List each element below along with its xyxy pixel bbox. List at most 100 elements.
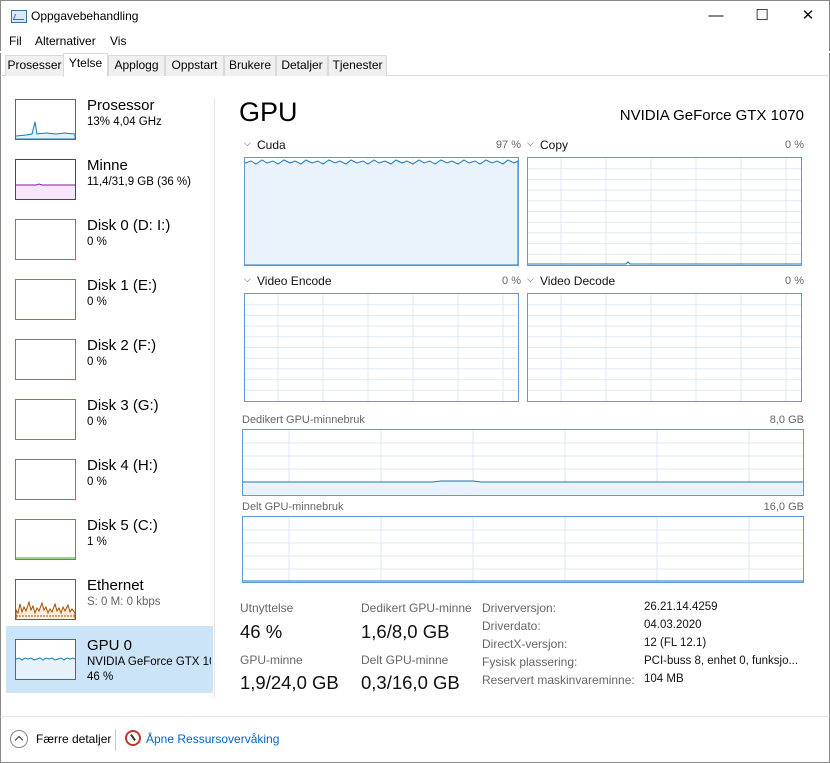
sidebar-item-disk-2[interactable]: Disk 2 (F:) 0 % xyxy=(6,326,213,386)
maximize-button[interactable]: ☐ xyxy=(739,1,785,32)
disk-thumbnail xyxy=(15,339,76,380)
sidebar-item-label: Disk 3 (G:) xyxy=(87,397,159,414)
chevron-down-icon[interactable]: ⌵ xyxy=(244,274,251,285)
performance-panel: Prosessor 13% 4,04 GHz Minne 11,4/31,9 G… xyxy=(0,76,830,716)
tab-performance[interactable]: Ytelse xyxy=(63,53,108,77)
close-button[interactable]: ✕ xyxy=(785,1,830,32)
sidebar-item-label: Disk 0 (D: I:) xyxy=(87,217,171,234)
ethernet-thumbnail xyxy=(15,579,76,620)
sidebar-item-label: Disk 4 (H:) xyxy=(87,457,158,474)
video-encode-graph xyxy=(244,293,519,402)
memory-thumbnail xyxy=(15,159,76,200)
chevron-down-icon[interactable]: ⌵ xyxy=(244,138,251,149)
tab-processes[interactable]: Prosesser xyxy=(5,55,64,76)
directx-version-label: DirectX-versjon: xyxy=(482,637,568,651)
menu-options[interactable]: Alternativer xyxy=(35,34,96,48)
sidebar-item-label: GPU 0 xyxy=(87,637,133,654)
processor-thumbnail xyxy=(15,99,76,140)
utilization-value: 46 % xyxy=(240,621,283,642)
engine-selector-video-decode[interactable]: Video Decode xyxy=(540,274,615,288)
footer-divider xyxy=(115,729,116,751)
tab-details[interactable]: Detaljer xyxy=(276,55,328,76)
driver-date-label: Driverdato: xyxy=(482,619,541,633)
disk-thumbnail xyxy=(15,279,76,320)
window-title: Oppgavebehandling xyxy=(31,9,139,23)
sidebar-item-value: 0 % xyxy=(87,296,107,308)
gpu-model-name: NVIDIA GeForce GTX 1070 xyxy=(619,107,804,124)
menu-view[interactable]: Vis xyxy=(110,34,126,48)
shared-memory-max: 16,0 GB xyxy=(763,501,804,513)
tab-services[interactable]: Tjenester xyxy=(328,55,387,76)
sidebar-item-value: NVIDIA GeForce GTX 1070 xyxy=(87,656,211,668)
sidebar-item-label: Minne xyxy=(87,157,128,174)
driver-version-label: Driverversjon: xyxy=(482,601,557,615)
shared-gpu-memory-label: Delt GPU-minne xyxy=(361,653,449,667)
sidebar-item-label: Disk 5 (C:) xyxy=(87,517,158,534)
reserved-memory-label: Reservert maskinvareminne: xyxy=(482,673,635,687)
sidebar-item-ethernet[interactable]: Ethernet S: 0 M: 0 kbps xyxy=(6,566,213,626)
tab-startup[interactable]: Oppstart xyxy=(165,55,224,76)
task-manager-icon xyxy=(11,10,27,23)
disk-thumbnail xyxy=(15,399,76,440)
page-title: GPU xyxy=(239,97,298,127)
sidebar-item-disk-4[interactable]: Disk 4 (H:) 0 % xyxy=(6,446,213,506)
sidebar-item-value: 0 % xyxy=(87,416,107,428)
sidebar-item-disk-3[interactable]: Disk 3 (G:) 0 % xyxy=(6,386,213,446)
tab-users[interactable]: Brukere xyxy=(224,55,276,76)
shared-gpu-memory-value: 0,3/16,0 GB xyxy=(361,672,460,693)
open-resource-monitor-link[interactable]: Åpne Ressursovervåking xyxy=(146,732,279,746)
dedicated-gpu-memory-label: Dedikert GPU-minne xyxy=(361,601,472,615)
sidebar-item-gpu-0[interactable]: GPU 0 NVIDIA GeForce GTX 1070 46 % xyxy=(6,626,213,693)
disk-thumbnail xyxy=(15,459,76,500)
sidebar-item-value: 13% 4,04 GHz xyxy=(87,116,162,128)
disk-thumbnail xyxy=(15,219,76,260)
engine-percent: 0 % xyxy=(785,275,804,287)
gpu-memory-value: 1,9/24,0 GB xyxy=(240,672,339,693)
sidebar-item-value: 0 % xyxy=(87,356,107,368)
sidebar-item-label: Ethernet xyxy=(87,577,144,594)
sidebar-item-memory[interactable]: Minne 11,4/31,9 GB (36 %) xyxy=(6,146,213,206)
engine-selector-video-encode[interactable]: Video Encode xyxy=(257,274,332,288)
menu-file[interactable]: Fil xyxy=(9,34,22,48)
sidebar-item-value: 0 % xyxy=(87,236,107,248)
sidebar-item-disk-1[interactable]: Disk 1 (E:) 0 % xyxy=(6,266,213,326)
driver-version-value: 26.21.14.4259 xyxy=(644,601,718,613)
sidebar-item-label: Disk 1 (E:) xyxy=(87,277,158,294)
chevron-down-icon[interactable]: ⌵ xyxy=(527,274,534,285)
resource-monitor-icon[interactable] xyxy=(125,730,141,746)
engine-selector-cuda[interactable]: Cuda xyxy=(257,138,286,152)
sidebar-divider xyxy=(214,98,215,698)
footer: Færre detaljer Åpne Ressursovervåking xyxy=(0,716,830,763)
copy-graph xyxy=(527,157,802,266)
engine-selector-copy[interactable]: Copy xyxy=(540,138,568,152)
sidebar-item-disk-0[interactable]: Disk 0 (D: I:) 0 % xyxy=(6,206,213,266)
sidebar-item-percent: 46 % xyxy=(87,671,114,683)
tab-strip: Prosesser Ytelse Applogg Oppstart Bruker… xyxy=(0,53,830,77)
utilization-label: Utnyttelse xyxy=(240,601,294,615)
physical-location-label: Fysisk plassering: xyxy=(482,655,578,669)
sidebar-item-label: Prosessor xyxy=(87,97,155,114)
dedicated-memory-max: 8,0 GB xyxy=(769,414,804,426)
chevron-down-icon[interactable]: ⌵ xyxy=(527,138,534,149)
gpu-thumbnail xyxy=(15,639,76,680)
dedicated-gpu-memory-value: 1,6/8,0 GB xyxy=(361,621,450,642)
title-bar: Oppgavebehandling — ☐ ✕ xyxy=(0,0,830,31)
fewer-details-button[interactable]: Færre detaljer xyxy=(36,732,111,746)
shared-memory-label: Delt GPU-minnebruk xyxy=(242,501,344,513)
sidebar-item-processor[interactable]: Prosessor 13% 4,04 GHz xyxy=(6,86,213,146)
sidebar-item-disk-5[interactable]: Disk 5 (C:) 1 % xyxy=(6,506,213,566)
minimize-button[interactable]: — xyxy=(693,1,739,32)
dedicated-memory-graph xyxy=(242,429,804,496)
sidebar-item-label: Disk 2 (F:) xyxy=(87,337,157,354)
dedicated-memory-label: Dedikert GPU-minnebruk xyxy=(242,414,365,426)
cuda-graph xyxy=(244,157,519,266)
chevron-up-icon[interactable] xyxy=(10,730,28,748)
menu-bar: Fil Alternativer Vis xyxy=(0,31,830,51)
sidebar-item-value: 1 % xyxy=(87,536,107,548)
shared-memory-graph xyxy=(242,516,804,583)
sidebar-item-value: 0 % xyxy=(87,476,107,488)
driver-date-value: 04.03.2020 xyxy=(644,619,702,631)
reserved-memory-value: 104 MB xyxy=(644,673,684,685)
tab-app-history[interactable]: Applogg xyxy=(108,55,165,76)
directx-version-value: 12 (FL 12.1) xyxy=(644,637,707,649)
